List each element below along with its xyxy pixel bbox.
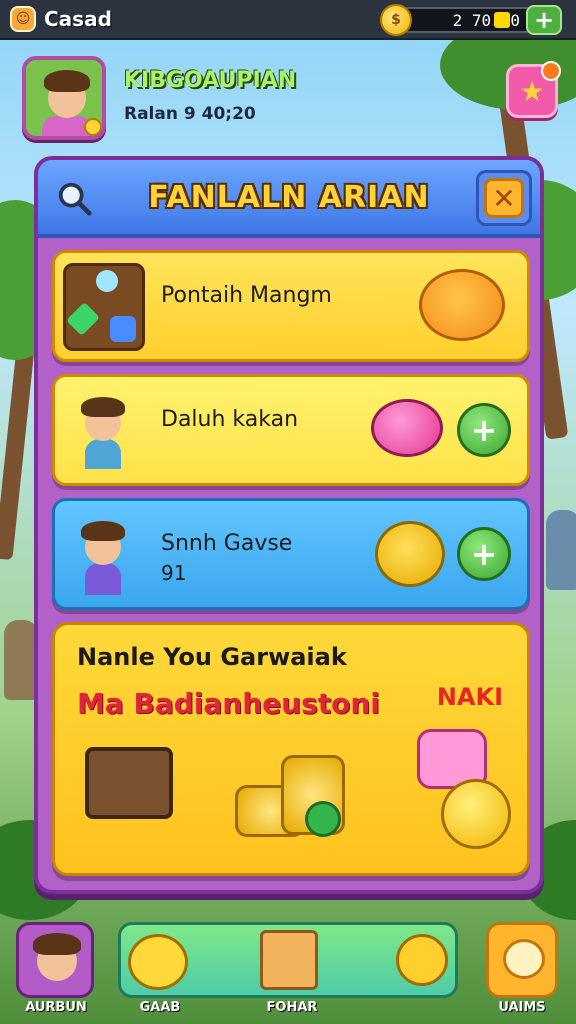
- list-item[interactable]: Snnh Gavse 91 +: [52, 498, 530, 610]
- favorites-button[interactable]: ★: [506, 61, 561, 118]
- pink-blob-icon: [371, 399, 443, 457]
- currency-display: $ 2 70 10 +: [380, 4, 562, 36]
- coin-icon: $: [380, 4, 412, 36]
- dragon-creature-icon: [375, 521, 445, 587]
- coin-pile-icon: [235, 745, 355, 841]
- gem-icon: [494, 12, 510, 28]
- card-label: Snnh Gavse: [161, 531, 293, 556]
- feature-promo: Ma Badianheustoni: [77, 687, 380, 720]
- app-icon: ☺: [10, 6, 36, 32]
- feature-card[interactable]: Nanle You Garwaiak Ma Badianheustoni NAK…: [52, 622, 530, 876]
- add-button[interactable]: +: [457, 527, 511, 581]
- app-title: Casad: [44, 7, 112, 31]
- nav-item-messages[interactable]: [486, 922, 558, 998]
- treasure-chest-icon: [63, 263, 145, 351]
- panel-header: FANLALN ARIAN ✕: [38, 160, 540, 238]
- close-button[interactable]: ✕: [476, 170, 532, 226]
- list-item[interactable]: Pontaih Mangm: [52, 250, 530, 362]
- top-bar: ☺ Casad $ 2 70 10 +: [0, 0, 576, 40]
- cart-icon: [85, 747, 173, 819]
- card-sublabel: 91: [161, 561, 187, 585]
- add-currency-button[interactable]: +: [526, 5, 562, 35]
- key-icon[interactable]: [128, 934, 188, 990]
- search-icon[interactable]: [56, 180, 94, 218]
- gift-coin-icon: [417, 729, 513, 849]
- builder-character-icon: [63, 387, 145, 475]
- nav-label: FOHAR: [266, 1000, 318, 1015]
- notification-badge: [541, 61, 561, 81]
- star-icon: ★: [519, 74, 545, 108]
- nav-label: GAAB: [139, 1000, 181, 1015]
- feature-title: Nanle You Garwaiak: [77, 643, 347, 671]
- card-label: Pontaih Mangm: [161, 283, 332, 308]
- nav-label: UAIMS: [498, 1000, 546, 1015]
- list-item[interactable]: Daluh kakan +: [52, 374, 530, 486]
- player-avatar[interactable]: [22, 56, 106, 140]
- player-subtitle: Ralan 9 40;20: [124, 104, 256, 124]
- player-name: KIBGOAUPIAN: [124, 68, 297, 93]
- creature-mascot-icon: [419, 269, 505, 341]
- nav-label: AURBUN: [25, 1000, 87, 1015]
- close-icon: ✕: [484, 178, 524, 218]
- reward-icon[interactable]: [396, 934, 448, 986]
- shop-box-icon[interactable]: [260, 930, 318, 990]
- main-panel: FANLALN ARIAN ✕ Pontaih Mangm Daluh kaka…: [34, 156, 544, 894]
- feature-tag: NAKI: [436, 683, 503, 711]
- panel-title: FANLALN ARIAN: [148, 180, 430, 215]
- nav-item-profile[interactable]: [16, 922, 94, 998]
- card-label: Daluh kakan: [161, 407, 299, 432]
- villager-character-icon: [63, 511, 145, 599]
- add-button[interactable]: +: [457, 403, 511, 457]
